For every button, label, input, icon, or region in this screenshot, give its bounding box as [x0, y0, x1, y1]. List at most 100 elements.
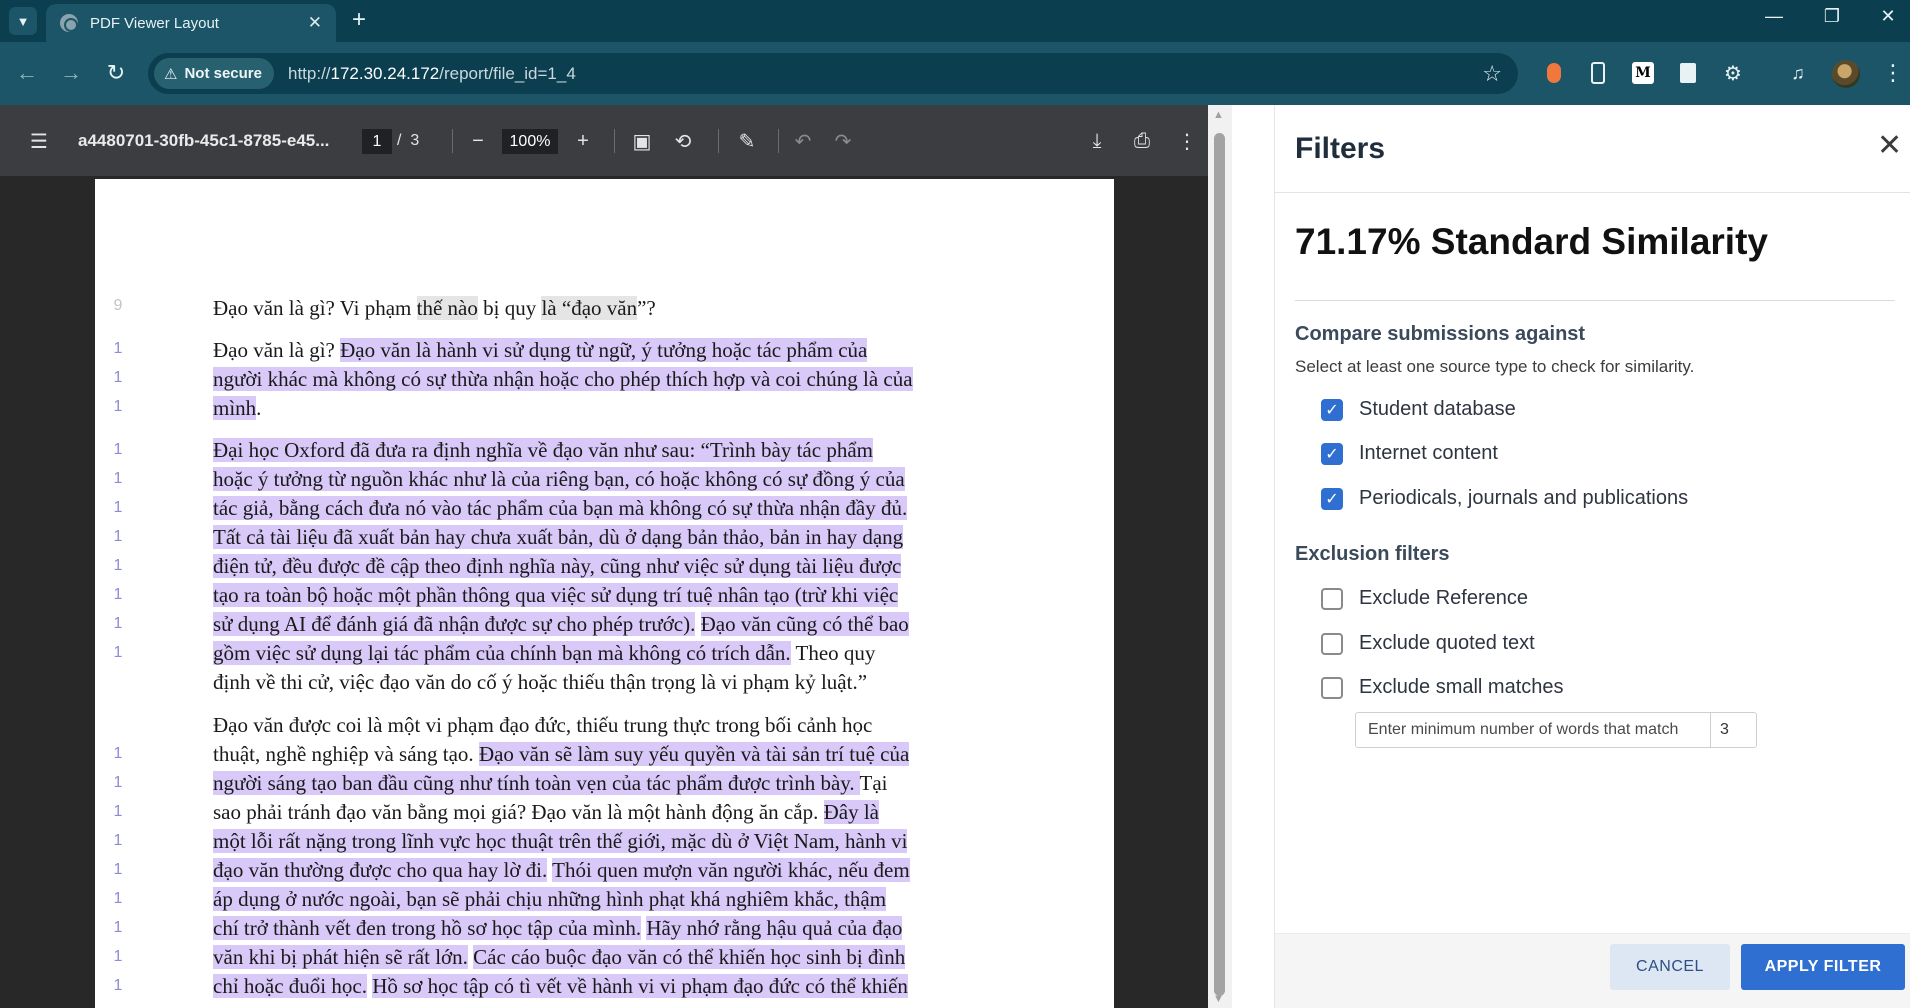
checkbox-checked-icon[interactable]: ✓: [1321, 487, 1343, 510]
min-words-field[interactable]: Enter minimum number of words that match…: [1355, 712, 1757, 748]
checkbox-student-database[interactable]: ✓ Student database: [1321, 398, 1516, 421]
undo-icon[interactable]: ↶: [788, 127, 818, 155]
similarity-highlight[interactable]: sử dụng AI để đánh giá đã nhận được sự c…: [213, 612, 696, 636]
checkbox-periodicals[interactable]: ✓ Periodicals, journals and publications: [1321, 487, 1688, 510]
close-icon[interactable]: ✕: [1877, 131, 1902, 161]
similarity-highlight[interactable]: điện tử, đều được đề cập theo định nghĩa…: [213, 554, 902, 578]
similarity-highlight[interactable]: Đạo văn sẽ làm suy yếu quyền và tài sản …: [478, 742, 910, 766]
compare-subtitle: Select at least one source type to check…: [1295, 357, 1695, 376]
download-icon[interactable]: ⤓: [1082, 127, 1112, 155]
annotate-icon[interactable]: ✎: [732, 127, 762, 155]
similarity-highlight[interactable]: người khác mà không có sự thừa nhận hoặc…: [213, 367, 913, 391]
redo-icon[interactable]: ↷: [828, 127, 858, 155]
line-number: 1: [113, 890, 123, 907]
fit-page-icon[interactable]: ▣: [627, 127, 657, 155]
similarity-highlight[interactable]: tạo ra toàn bộ hoặc một phần thông qua v…: [213, 583, 899, 607]
similarity-highlight[interactable]: Đạo văn là hành vi sử dụng từ ngữ, ý tưở…: [340, 338, 868, 362]
similarity-highlight[interactable]: một lỗi rất nặng trong lĩnh vực học thuậ…: [213, 829, 908, 853]
line-number: 1: [113, 441, 123, 458]
extension-orange-icon[interactable]: [1543, 62, 1565, 84]
similarity-highlight[interactable]: Thói quen mượn văn người khác, nếu đem: [552, 858, 910, 882]
similarity-highlight[interactable]: Các cáo buộc đạo văn có thể khiến học si…: [473, 945, 906, 969]
similarity-highlight[interactable]: Đây là: [823, 800, 879, 824]
address-bar[interactable]: ⚠ Not secure http://172.30.24.172/report…: [148, 53, 1518, 94]
pdf-canvas[interactable]: 9 1 1 1 1 1 1 1 1 1 1 1 1 1 1 1 1 1 1 1 …: [0, 176, 1208, 1008]
plus-icon[interactable]: +: [568, 127, 598, 155]
reload-icon[interactable]: ↻: [101, 59, 131, 87]
similarity-highlight[interactable]: áp dụng ở nước ngoài, bạn sẽ phải chịu n…: [213, 887, 887, 911]
gray-match[interactable]: là “đạo văn: [541, 296, 638, 320]
similarity-highlight[interactable]: đạo văn thường được cho qua hay lờ đi.: [213, 858, 548, 882]
scroll-up-icon[interactable]: ▲: [1213, 109, 1224, 121]
similarity-highlight[interactable]: hoặc ý tưởng từ nguồn khác như là của ri…: [213, 467, 905, 491]
avatar[interactable]: [1832, 60, 1860, 88]
similarity-highlight[interactable]: Hồ sơ học tập có tì vết về hành vi vi ph…: [372, 974, 908, 998]
page-number-input[interactable]: 1: [362, 129, 392, 154]
similarity-highlight[interactable]: văn khi bị phát hiện sẽ rất lớn.: [213, 945, 468, 969]
zoom-input[interactable]: 100%: [502, 129, 558, 154]
more-vert-icon[interactable]: ⋮: [1172, 127, 1202, 155]
similarity-highlight[interactable]: mình: [213, 396, 257, 420]
tab-strip: ▼ PDF Viewer Layout ✕ + — ❐ ✕: [0, 0, 1910, 42]
close-icon[interactable]: ✕: [308, 13, 322, 33]
security-chip[interactable]: ⚠ Not secure: [154, 58, 274, 89]
checkbox-unchecked-icon[interactable]: [1321, 632, 1343, 655]
checkbox-exclude-small[interactable]: Exclude small matches: [1321, 676, 1564, 699]
divider: [1295, 300, 1895, 301]
checkbox-unchecked-icon[interactable]: [1321, 587, 1343, 610]
plus-icon[interactable]: +: [352, 8, 366, 32]
text-run: Đạo văn được coi là một vi phạm đạo đức,…: [213, 713, 873, 737]
close-window-icon[interactable]: ✕: [1868, 6, 1908, 27]
cancel-button[interactable]: CANCEL: [1610, 944, 1730, 990]
media-control-icon[interactable]: ♫: [1787, 62, 1809, 84]
line-number: 1: [113, 615, 123, 632]
extension-doc-icon[interactable]: [1677, 62, 1699, 84]
checkbox-internet-content[interactable]: ✓ Internet content: [1321, 442, 1498, 465]
similarity-highlight[interactable]: Tất cả tài liệu đã xuất bản hay chưa xuấ…: [213, 525, 904, 549]
restore-icon[interactable]: ❐: [1812, 6, 1852, 27]
gray-match[interactable]: thế nào: [416, 296, 478, 320]
doc-line: Tất cả tài liệu đã xuất bản hay chưa xuấ…: [213, 523, 904, 552]
similarity-highlight[interactable]: gồm việc sử dụng lại tác phẩm của chính …: [213, 641, 791, 665]
forward-arrow-icon[interactable]: →: [56, 59, 86, 87]
extensions-puzzle-icon[interactable]: ⚙: [1722, 62, 1744, 85]
menu-icon[interactable]: ☰: [24, 127, 54, 155]
checkbox-checked-icon[interactable]: ✓: [1321, 442, 1343, 465]
checkbox-label: Internet content: [1359, 442, 1498, 464]
print-icon[interactable]: ⎙: [1127, 127, 1157, 155]
url-text[interactable]: http://172.30.24.172/report/file_id=1_4: [288, 64, 1482, 84]
checkbox-unchecked-icon[interactable]: [1321, 676, 1343, 699]
scroll-down-icon[interactable]: ▼: [1213, 993, 1224, 1005]
similarity-highlight[interactable]: tác giả, bằng cách đưa nó vào tác phẩm c…: [213, 496, 908, 520]
similarity-highlight[interactable]: người sáng tạo ban đầu cũng như tính toà…: [213, 771, 860, 795]
page-scrollbar[interactable]: ▲ ▼: [1208, 105, 1232, 1008]
url-scheme: http://: [287, 63, 331, 83]
checkbox-exclude-quoted[interactable]: Exclude quoted text: [1321, 632, 1535, 655]
browser-menu-icon[interactable]: ⋮: [1882, 60, 1904, 86]
back-arrow-icon[interactable]: ←: [12, 59, 42, 87]
similarity-highlight[interactable]: Hãy nhớ rằng hậu quả của đạo: [646, 916, 903, 940]
minimize-icon[interactable]: —: [1754, 6, 1794, 27]
line-number: 9: [113, 297, 123, 314]
line-number: 1: [113, 586, 123, 603]
rotate-icon[interactable]: ⟲: [668, 127, 698, 155]
line-number: 1: [113, 919, 123, 936]
similarity-highlight[interactable]: Đại học Oxford đã đưa ra định nghĩa về đ…: [213, 438, 873, 462]
similarity-highlight[interactable]: Đạo văn cũng có thể bao: [700, 612, 909, 636]
browser-tab[interactable]: PDF Viewer Layout ✕: [46, 4, 336, 42]
min-words-input[interactable]: 3: [1711, 721, 1729, 739]
star-icon[interactable]: ☆: [1482, 61, 1502, 87]
security-label: Not secure: [184, 65, 262, 82]
scroll-thumb[interactable]: [1214, 133, 1225, 996]
checkbox-checked-icon[interactable]: ✓: [1321, 398, 1343, 421]
line-number: 1: [113, 340, 123, 357]
apply-filter-button[interactable]: APPLY FILTER: [1741, 944, 1905, 990]
similarity-highlight[interactable]: chỉ hoặc đuổi học.: [213, 974, 367, 998]
text-run: thuật, nghề nghiệp và sáng tạo.: [213, 742, 479, 766]
minus-icon[interactable]: −: [463, 127, 493, 155]
extension-m-icon[interactable]: M: [1632, 62, 1654, 84]
checkbox-exclude-reference[interactable]: Exclude Reference: [1321, 587, 1528, 610]
similarity-highlight[interactable]: chí trở thành vết đen trong hồ sơ học tậ…: [213, 916, 642, 940]
tab-search-button[interactable]: ▼: [9, 7, 37, 35]
extension-phone-icon[interactable]: [1587, 62, 1609, 84]
